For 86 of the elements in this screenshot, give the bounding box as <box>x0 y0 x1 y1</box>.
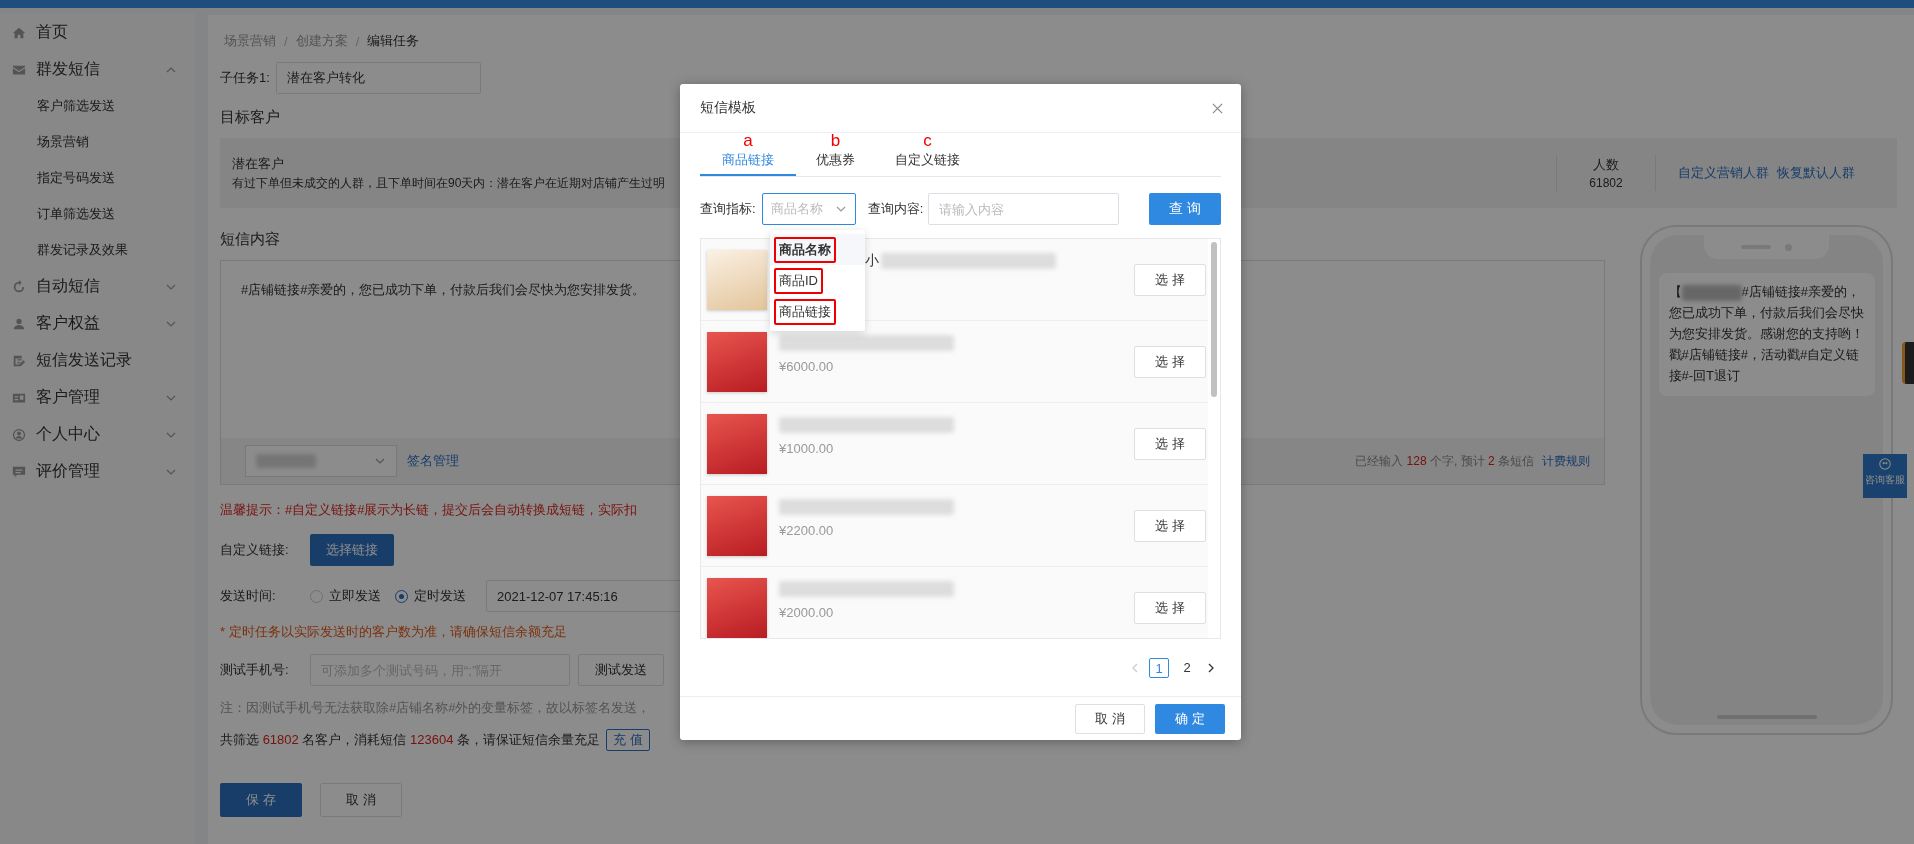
search-button[interactable]: 查 询 <box>1149 193 1221 225</box>
breadcrumb-item: 编辑任务 <box>367 32 420 50</box>
chat-bubble-icon <box>1878 457 1892 471</box>
dropdown-option[interactable]: 商品链接 <box>774 298 836 325</box>
radio-label[interactable]: 定时发送 <box>414 587 466 605</box>
home-icon <box>12 25 26 40</box>
recharge-button[interactable]: 充 值 <box>606 729 650 751</box>
preview-text: 【 #店铺链接#亲爱的，您已成功下单，付款后我们会尽快为您安排发货。感谢您的支持哟！戳#店铺链接#，活动戳#自定义链接#-回T退订 <box>1668 283 1865 385</box>
cancel-button[interactable]: 取 消 <box>1075 703 1145 734</box>
annotation-letter: c <box>923 133 932 149</box>
product-name: 小 <box>865 252 879 270</box>
nav-item[interactable]: 自动短信 <box>36 276 100 297</box>
count-label: 人数 <box>1593 156 1619 174</box>
save-button[interactable]: 保 存 <box>220 783 302 817</box>
document-icon <box>12 353 26 368</box>
warning-text: 温馨提示：#自定义链接#展示为长链，提交后会自动转换成短链，实际扣 <box>220 501 638 519</box>
nav-item[interactable]: 群发短信 <box>36 59 100 80</box>
field-label: 子任务1: <box>220 69 270 87</box>
field-label: 发送时间: <box>220 587 277 605</box>
user-icon <box>12 316 26 331</box>
select-button[interactable]: 选 择 <box>1134 509 1206 542</box>
product-price: ¥6000.00 <box>779 359 835 374</box>
subtask-input[interactable]: 潜在客户转化 <box>275 62 481 94</box>
audience-link[interactable]: 恢复默认人群 <box>1777 164 1855 182</box>
section-heading: 目标客户 <box>220 108 280 127</box>
annotation-letter: b <box>830 133 841 149</box>
page-number[interactable]: 1 <box>1149 658 1169 678</box>
tab[interactable]: c 自定义链接 <box>875 133 980 176</box>
scrollbar[interactable] <box>1211 242 1217 397</box>
photo-placeholder <box>707 413 767 474</box>
nav-item[interactable]: 客户权益 <box>36 313 100 334</box>
section-heading: 短信内容 <box>220 230 280 249</box>
dropdown-option[interactable]: 商品名称 <box>774 236 836 263</box>
select-button[interactable]: 选 择 <box>1134 427 1206 460</box>
tab[interactable]: b 优惠券 <box>796 133 875 176</box>
choose-link-button[interactable]: 选择链接 <box>310 534 394 566</box>
field-label: 查询内容: <box>867 200 924 218</box>
nav-item[interactable]: 首页 <box>36 22 68 43</box>
schedule-note: * 定时任务以实际发送时的客户数为准，请确保短信余额充足 <box>220 623 568 641</box>
product-price: ¥1000.00 <box>779 441 835 456</box>
dropdown-option[interactable]: 商品ID <box>774 267 823 294</box>
count-value: 61802 <box>1589 176 1623 190</box>
chat-icon <box>12 464 26 479</box>
close-icon[interactable] <box>1212 102 1223 114</box>
nav-subitem[interactable]: 客户筛选发送 <box>37 97 115 115</box>
photo-placeholder <box>707 331 767 392</box>
field-label: 查询指标: <box>700 200 756 218</box>
help-button[interactable]: 咨询客服 <box>1863 454 1907 498</box>
photo-placeholder <box>707 249 767 310</box>
select-button[interactable]: 选 择 <box>1134 591 1206 624</box>
query-input[interactable]: 请输入内容 <box>928 193 1120 225</box>
signature-link[interactable]: 签名管理 <box>407 452 459 470</box>
message-text[interactable]: #店铺链接#亲爱的，您已成功下单，付款后我们会尽快为您安排发货。 <box>241 281 646 299</box>
summary-text: 共筛选 61802 名客户，消耗短信 123604 条，请保证短信余量充足 <box>220 731 601 749</box>
audience-name: 潜在客户 <box>232 154 284 173</box>
annotation-letter: a <box>743 133 753 149</box>
select-button[interactable]: 选 择 <box>1134 345 1206 378</box>
product-price: ¥2000.00 <box>779 605 835 620</box>
nav-subitem[interactable]: 指定号码发送 <box>37 169 115 187</box>
confirm-button[interactable]: 确 定 <box>1155 703 1225 734</box>
test-send-button[interactable]: 测试发送 <box>578 654 664 686</box>
sync-icon <box>12 279 26 294</box>
radio-label[interactable]: 立即发送 <box>329 587 381 605</box>
nav-subitem[interactable]: 群发记录及效果 <box>37 241 128 259</box>
field-label: 自定义链接: <box>220 541 290 559</box>
photo-placeholder <box>707 495 767 556</box>
product-price: ¥2200.00 <box>779 523 835 538</box>
billing-rules-link[interactable]: 计费规则 <box>1542 452 1590 470</box>
nav-item[interactable]: 个人中心 <box>36 424 100 445</box>
audience-link[interactable]: 自定义营销人群 <box>1678 164 1769 182</box>
audience-description: 有过下单但未成交的人群，且下单时间在90天内：潜在客户在近期对店铺产生过明 <box>232 174 666 192</box>
page-number[interactable]: 2 <box>1177 658 1197 678</box>
side-widget[interactable] <box>1902 342 1914 384</box>
photo-placeholder <box>707 577 767 638</box>
tab[interactable]: a 商品链接 <box>700 133 796 176</box>
nav-subitem[interactable]: 场景营销 <box>37 133 89 151</box>
field-label: 测试手机号: <box>220 661 290 679</box>
nav-item[interactable]: 评价管理 <box>36 461 100 482</box>
nav-subitem[interactable]: 订单筛选发送 <box>37 205 115 223</box>
breadcrumb-separator: / <box>355 33 360 49</box>
nav-item[interactable]: 短信发送记录 <box>36 350 132 371</box>
modal-title: 短信模板 <box>700 99 756 117</box>
select-button[interactable]: 选 择 <box>1134 263 1206 296</box>
nav-item[interactable]: 客户管理 <box>36 387 100 408</box>
cancel-button[interactable]: 取 消 <box>320 783 402 817</box>
breadcrumb-separator: / <box>284 33 288 49</box>
